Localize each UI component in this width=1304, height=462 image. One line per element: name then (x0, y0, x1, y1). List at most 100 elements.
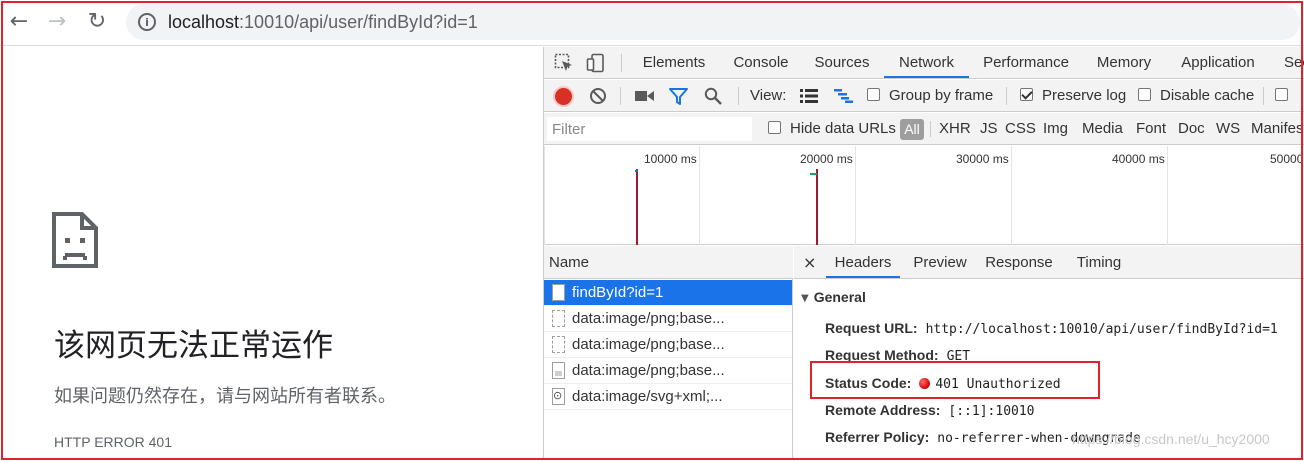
filter-icon[interactable] (669, 88, 688, 105)
error-code: HTTP ERROR 401 (54, 434, 172, 450)
filter-type-doc[interactable]: Doc (1178, 113, 1205, 145)
timeline-gridline (1167, 146, 1168, 245)
filter-type-manifest[interactable]: Manifest (1251, 113, 1304, 145)
filter-divider (930, 121, 931, 137)
tab-sources[interactable]: Sources (808, 47, 876, 78)
checkbox-box[interactable] (867, 88, 880, 101)
details-tabbar: × Headers Preview Response Timing (794, 246, 1304, 279)
group-by-frame-checkbox[interactable]: Group by frame (867, 80, 993, 112)
hide-data-urls-checkbox[interactable]: Hide data URLs (768, 113, 896, 145)
tab-response[interactable]: Response (982, 246, 1056, 278)
url-path: :10010/api/user/findById?id=1 (239, 12, 478, 32)
filter-type-xhr[interactable]: XHR (939, 113, 971, 145)
network-overview-timeline[interactable]: 10000 ms 20000 ms 30000 ms 40000 ms 5000… (544, 146, 1304, 245)
header-key: Referrer Policy: (825, 429, 930, 445)
header-key: Status Code: (825, 375, 912, 391)
disable-cache-label: Disable cache (1160, 87, 1255, 104)
waterfall-overview-icon[interactable] (834, 89, 853, 103)
error-description: 如果问题仍然存在，请与网站所有者联系。 (54, 386, 396, 407)
request-row[interactable]: data:image/svg+xml;... (544, 384, 792, 410)
close-icon[interactable]: × (803, 246, 816, 279)
timeline-tick-label: 20000 ms (800, 152, 853, 166)
preserve-log-label: Preserve log (1042, 87, 1127, 104)
tab-headers[interactable]: Headers (826, 246, 900, 278)
header-value: http://localhost:10010/api/user/findById… (925, 322, 1278, 337)
image-file-icon (552, 362, 565, 379)
filter-type-ws[interactable]: WS (1216, 113, 1240, 145)
record-icon[interactable] (555, 88, 572, 105)
tab-network[interactable]: Network (884, 47, 969, 78)
checkbox-box-checked[interactable] (1020, 88, 1033, 101)
timeline-tick-label: 40000 ms (1112, 152, 1165, 166)
load-event-marker (636, 169, 638, 245)
header-key: Remote Address: (825, 402, 941, 418)
request-row[interactable]: data:image/png;base... (544, 306, 792, 332)
network-toolbar: View: Group by frame Preserve log Disabl… (544, 80, 1304, 112)
watermark-text: https://blog.csdn.net/u_hcy2000 (1072, 431, 1270, 447)
filter-type-js[interactable]: JS (980, 113, 998, 145)
site-info-icon[interactable]: i (138, 13, 156, 31)
offline-checkbox[interactable] (1275, 80, 1297, 112)
request-details-panel: × Headers Preview Response Timing ▼ Gener… (794, 246, 1304, 460)
clear-icon[interactable] (589, 87, 607, 105)
filter-type-css[interactable]: CSS (1005, 113, 1036, 145)
browser-toolbar: ← → ↻ i localhost:10010/api/user/findByI… (0, 0, 1304, 46)
header-row-remote-address: Remote Address: [::1]:10010 (825, 401, 1035, 421)
request-row[interactable]: data:image/png;base... (544, 332, 792, 358)
timeline-gridline (699, 146, 700, 245)
disable-cache-checkbox[interactable]: Disable cache (1138, 80, 1254, 112)
capture-screenshots-icon[interactable] (635, 89, 654, 103)
device-toolbar-icon[interactable] (586, 53, 606, 73)
triangle-down-icon: ▼ (801, 293, 809, 304)
url-text[interactable]: localhost:10010/api/user/findById?id=1 (168, 11, 478, 33)
request-row[interactable]: findById?id=1 (544, 280, 792, 306)
image-file-icon (552, 336, 565, 353)
tab-performance[interactable]: Performance (978, 47, 1074, 78)
request-row[interactable]: data:image/png;base... (544, 358, 792, 384)
tab-application[interactable]: Application (1172, 47, 1264, 78)
reload-icon[interactable]: ↻ (82, 6, 112, 36)
status-error-dot-icon (919, 378, 931, 389)
tab-memory[interactable]: Memory (1090, 47, 1158, 78)
tab-timing[interactable]: Timing (1068, 246, 1130, 278)
timeline-tick-label: 30000 ms (956, 152, 1009, 166)
view-label: View: (750, 87, 787, 104)
filter-bar: Hide data URLs All XHR JS CSS Img Media … (544, 113, 1304, 145)
checkbox-box[interactable] (1138, 88, 1151, 101)
document-icon (552, 284, 565, 301)
timeline-tick-label: 50000 (1270, 152, 1304, 166)
header-row-status-code: Status Code: 401 Unauthorized (825, 374, 1061, 394)
tab-console[interactable]: Console (726, 47, 796, 78)
large-rows-icon[interactable] (800, 89, 818, 103)
toolbar-divider (1263, 87, 1264, 105)
checkbox-box[interactable] (768, 121, 781, 134)
general-section-header[interactable]: ▼ General (801, 289, 866, 305)
back-arrow-icon[interactable]: ← (4, 6, 34, 36)
filter-type-img[interactable]: Img (1043, 113, 1068, 145)
header-value: 401 Unauthorized (935, 377, 1061, 392)
header-value: GET (946, 349, 971, 364)
preserve-log-checkbox[interactable]: Preserve log (1020, 80, 1126, 112)
search-icon[interactable] (704, 87, 722, 105)
inspect-element-icon[interactable] (554, 53, 574, 73)
name-column-header[interactable]: Name (544, 246, 793, 279)
timeline-gridline (855, 146, 856, 245)
forward-arrow-icon[interactable]: → (42, 6, 72, 36)
filter-type-all[interactable]: All (900, 119, 924, 140)
header-row-request-method: Request Method: GET (825, 346, 970, 366)
request-name: data:image/png;base... (572, 336, 725, 353)
filter-type-font[interactable]: Font (1136, 113, 1166, 145)
request-name: data:image/png;base... (572, 310, 725, 327)
header-key: Request Method: (825, 347, 939, 363)
tab-preview[interactable]: Preview (908, 246, 972, 278)
tab-security[interactable]: Sec (1284, 47, 1304, 78)
toolbar-divider (738, 87, 739, 105)
filter-type-media[interactable]: Media (1082, 113, 1123, 145)
address-bar[interactable]: i localhost:10010/api/user/findById?id=1 (126, 4, 1300, 40)
url-host: localhost (168, 12, 240, 32)
devtools-tabbar: Elements Console Sources Network Perform… (544, 47, 1304, 79)
checkbox-box[interactable] (1275, 88, 1288, 101)
request-name: data:image/png;base... (572, 362, 725, 379)
tab-elements[interactable]: Elements (636, 47, 712, 78)
filter-input[interactable] (547, 117, 752, 141)
